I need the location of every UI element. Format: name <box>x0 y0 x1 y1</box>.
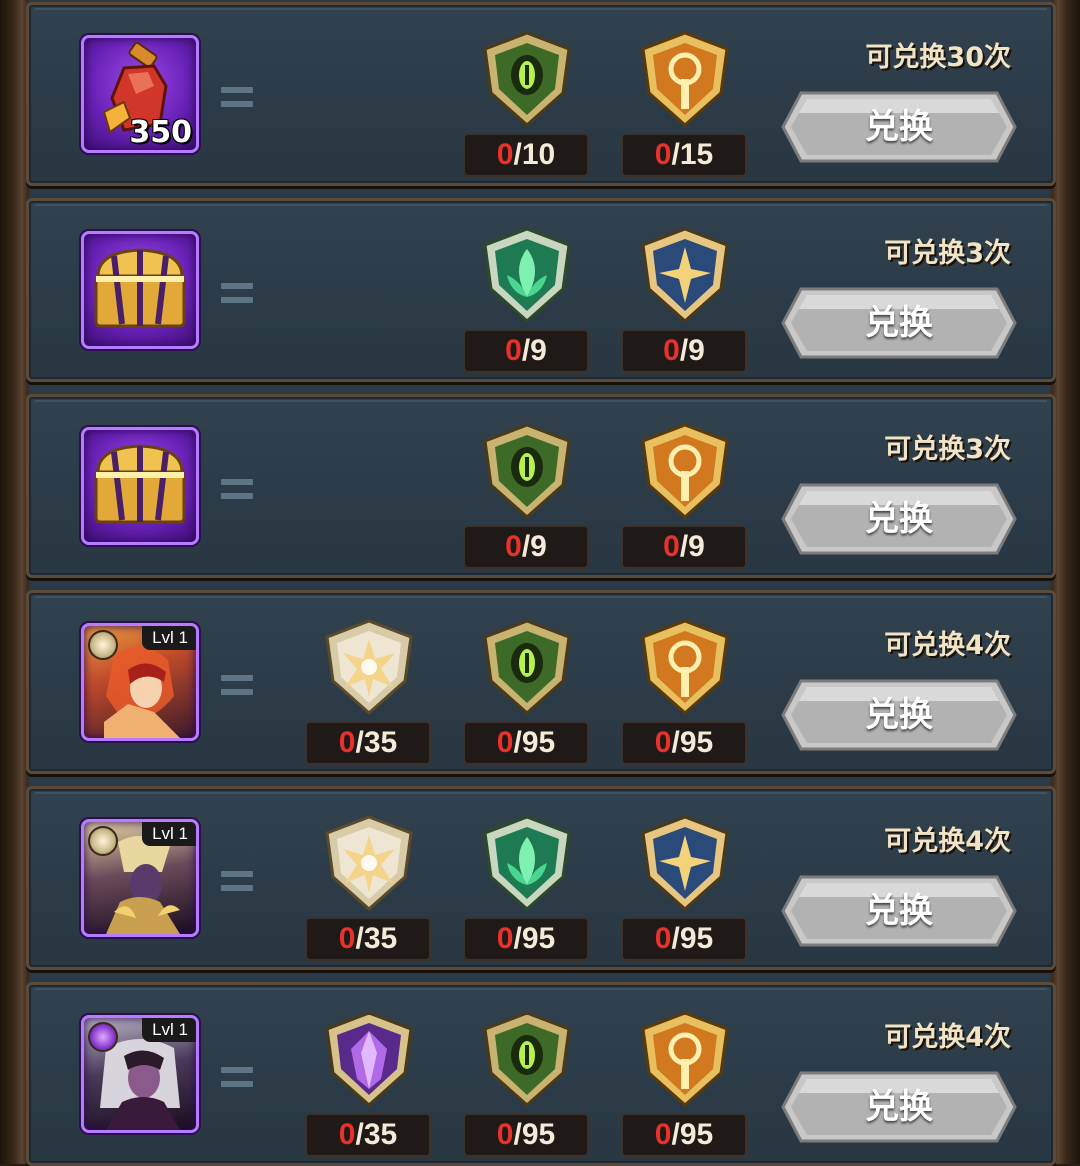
blue-star-emblem-icon <box>641 227 729 324</box>
cost-item: 0/15 <box>621 29 749 177</box>
exchange-button[interactable]: 兑换 <box>779 285 1019 361</box>
cost-item: 0/95 <box>621 617 749 765</box>
exchange-limit: 可兑换4次 <box>884 826 1011 857</box>
equals-icon <box>221 675 253 697</box>
exchange-list: 350 0/10 0/15 可兑换30次 兑换 0/9 0/9 可兑换3次 兑换… <box>26 0 1056 1166</box>
exchange-button[interactable]: 兑换 <box>779 89 1019 165</box>
faction-icon <box>88 826 118 856</box>
exchange-row: Lvl 1 0/35 0/95 0/95 可兑换4次 兑换 <box>26 590 1056 774</box>
equals-icon <box>221 1067 253 1089</box>
cost-progress: 0/9 <box>621 525 747 569</box>
exchange-row: 0/9 0/9 可兑换3次 兑换 <box>26 198 1056 382</box>
hero-level: Lvl 1 <box>142 1018 196 1042</box>
reward-item[interactable]: Lvl 1 <box>81 623 199 741</box>
cost-item: 0/95 <box>463 813 591 961</box>
gold-chest-icon <box>94 248 186 328</box>
exchange-row: Lvl 1 0/35 0/95 0/95 可兑换4次 兑换 <box>26 982 1056 1166</box>
silver-star-emblem-icon <box>325 815 413 912</box>
reward-item[interactable] <box>81 231 199 349</box>
exchange-row: Lvl 1 0/35 0/95 0/95 可兑换4次 兑换 <box>26 786 1056 970</box>
hero-level: Lvl 1 <box>142 626 196 650</box>
gold-key-emblem-icon <box>641 31 729 128</box>
cost-item: 0/35 <box>305 617 433 765</box>
exchange-button-label: 兑换 <box>865 107 933 147</box>
equals-icon <box>221 479 253 501</box>
green-leaf-emblem-icon <box>483 227 571 324</box>
cost-progress: 0/9 <box>621 329 747 373</box>
exchange-button[interactable]: 兑换 <box>779 1069 1019 1145</box>
cost-item: 0/95 <box>621 1009 749 1157</box>
cost-item: 0/35 <box>305 1009 433 1157</box>
equals-icon <box>221 87 253 109</box>
reward-item[interactable]: 350 <box>81 35 199 153</box>
nature-eye-emblem-icon <box>483 423 571 520</box>
cost-item: 0/95 <box>463 617 591 765</box>
exchange-limit: 可兑换3次 <box>884 434 1011 465</box>
exchange-button-label: 兑换 <box>865 891 933 931</box>
faction-icon <box>88 1022 118 1052</box>
cost-progress: 0/9 <box>463 329 589 373</box>
exchange-limit: 可兑换30次 <box>865 42 1011 73</box>
equals-icon <box>221 871 253 893</box>
cost-progress: 0/95 <box>463 1113 589 1157</box>
cost-progress: 0/9 <box>463 525 589 569</box>
exchange-limit: 可兑换4次 <box>884 1022 1011 1053</box>
blue-star-emblem-icon <box>641 815 729 912</box>
cost-item: 0/10 <box>463 29 591 177</box>
exchange-limit: 可兑换3次 <box>884 238 1011 269</box>
nature-eye-emblem-icon <box>483 619 571 716</box>
cost-item: 0/9 <box>621 421 749 569</box>
cost-item: 0/95 <box>621 813 749 961</box>
cost-progress: 0/35 <box>305 1113 431 1157</box>
gold-chest-icon <box>94 444 186 524</box>
exchange-row: 0/9 0/9 可兑换3次 兑换 <box>26 394 1056 578</box>
equals-icon <box>221 283 253 305</box>
exchange-button[interactable]: 兑换 <box>779 677 1019 753</box>
cost-item: 0/9 <box>621 225 749 373</box>
purple-crystal-emblem-icon <box>325 1011 413 1108</box>
cost-item: 0/95 <box>463 1009 591 1157</box>
gold-key-emblem-icon <box>641 423 729 520</box>
exchange-row: 350 0/10 0/15 可兑换30次 兑换 <box>26 2 1056 186</box>
silver-star-emblem-icon <box>325 619 413 716</box>
cost-progress: 0/95 <box>463 721 589 765</box>
cost-progress: 0/35 <box>305 721 431 765</box>
exchange-button-label: 兑换 <box>865 499 933 539</box>
green-leaf-emblem-icon <box>483 815 571 912</box>
exchange-button[interactable]: 兑换 <box>779 481 1019 557</box>
cost-progress: 0/15 <box>621 133 747 177</box>
reward-count: 350 <box>129 115 192 150</box>
cost-progress: 0/95 <box>463 917 589 961</box>
cost-item: 0/35 <box>305 813 433 961</box>
reward-item[interactable]: Lvl 1 <box>81 1015 199 1133</box>
cost-item: 0/9 <box>463 225 591 373</box>
exchange-button-label: 兑换 <box>865 1087 933 1127</box>
exchange-limit: 可兑换4次 <box>884 630 1011 661</box>
exchange-button[interactable]: 兑换 <box>779 873 1019 949</box>
hero-level: Lvl 1 <box>142 822 196 846</box>
cost-item: 0/9 <box>463 421 591 569</box>
exchange-button-label: 兑换 <box>865 695 933 735</box>
nature-eye-emblem-icon <box>483 1011 571 1108</box>
cost-progress: 0/10 <box>463 133 589 177</box>
gold-key-emblem-icon <box>641 619 729 716</box>
cost-progress: 0/35 <box>305 917 431 961</box>
reward-item[interactable] <box>81 427 199 545</box>
nature-eye-emblem-icon <box>483 31 571 128</box>
faction-icon <box>88 630 118 660</box>
reward-item[interactable]: Lvl 1 <box>81 819 199 937</box>
cost-progress: 0/95 <box>621 1113 747 1157</box>
gold-key-emblem-icon <box>641 1011 729 1108</box>
cost-progress: 0/95 <box>621 721 747 765</box>
cost-progress: 0/95 <box>621 917 747 961</box>
exchange-button-label: 兑换 <box>865 303 933 343</box>
